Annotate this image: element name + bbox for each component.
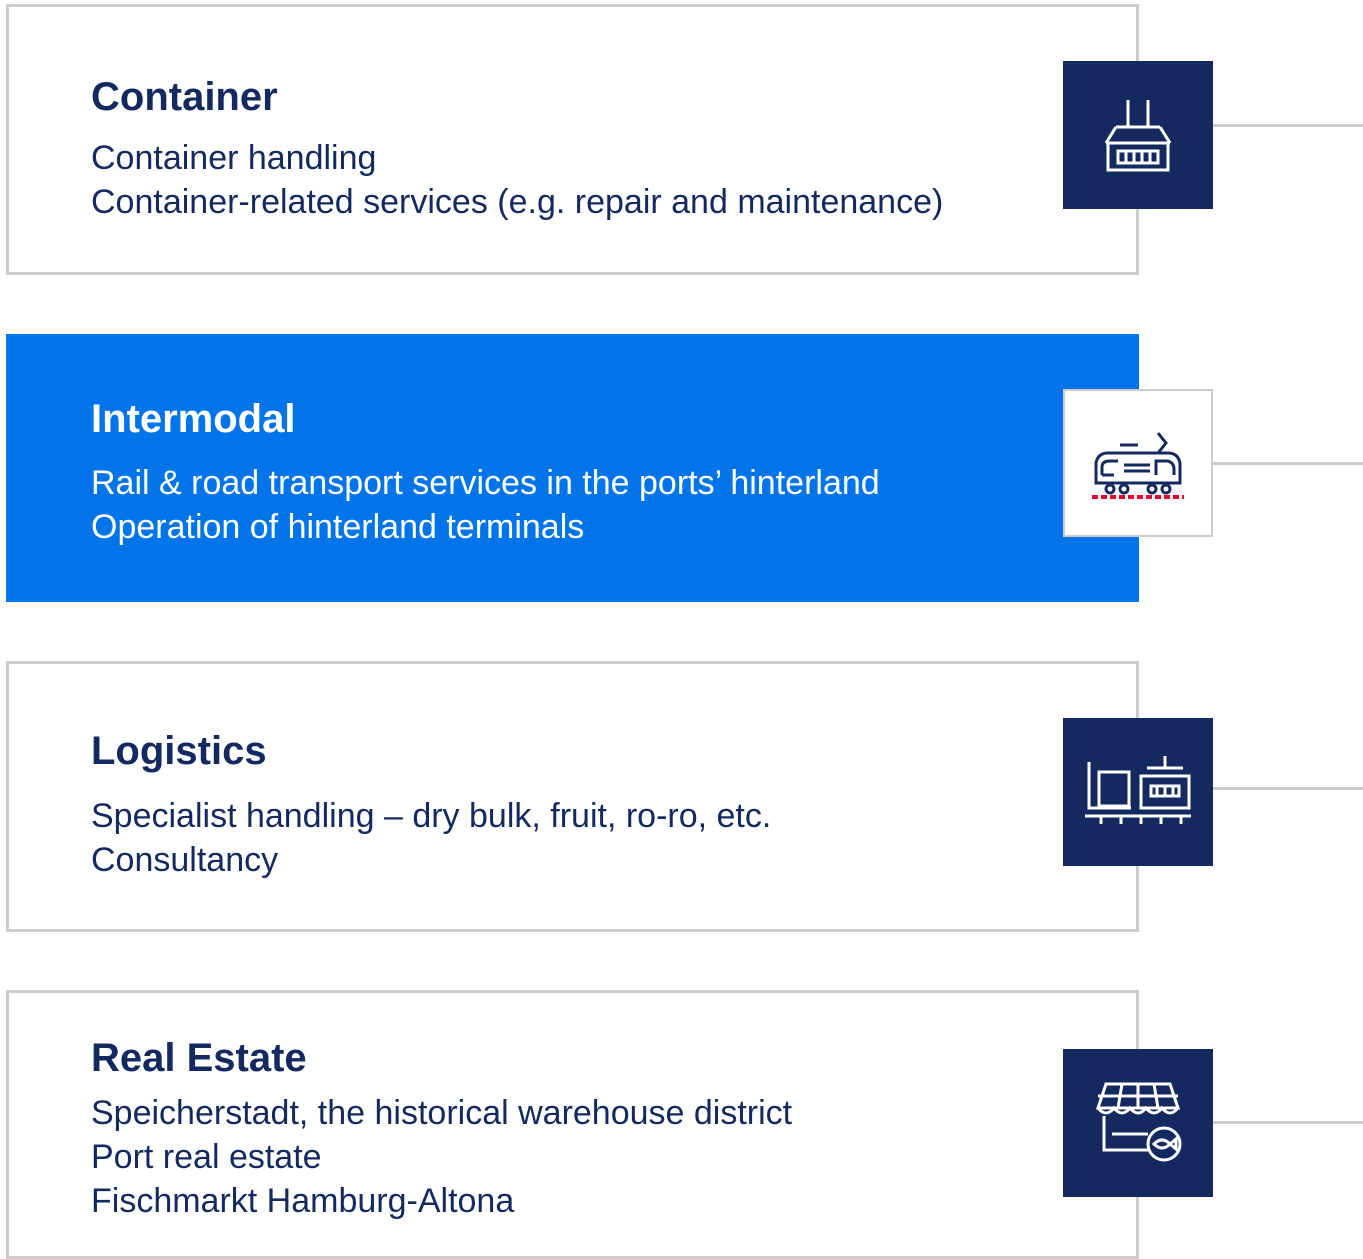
segment-description: Specialist handling – dry bulk, fruit, r…	[91, 794, 771, 882]
segment-description: Rail & road transport services in the po…	[91, 461, 880, 549]
segment-line: Consultancy	[91, 841, 279, 879]
segment-card-intermodal: Intermodal Rail & road transport service…	[6, 334, 1139, 602]
segment-line: Container-related services (e.g. repair …	[91, 183, 944, 221]
segment-line: Fischmarkt Hamburg-Altona	[91, 1182, 515, 1220]
container-crane-icon	[1063, 61, 1213, 209]
connector-line	[1213, 124, 1363, 127]
segment-line: Port real estate	[91, 1138, 322, 1176]
segment-line: Operation of hinterland terminals	[91, 508, 585, 546]
segment-description: Speicherstadt, the historical warehouse …	[91, 1091, 792, 1223]
segment-description: Container handling Container-related ser…	[91, 136, 943, 224]
segment-line: Container handling	[91, 139, 377, 177]
segment-line: Specialist handling – dry bulk, fruit, r…	[91, 797, 772, 835]
segment-title: Container	[91, 75, 278, 119]
segment-card-logistics: Logistics Specialist handling – dry bulk…	[6, 661, 1139, 932]
segment-line: Rail & road transport services in the po…	[91, 464, 880, 502]
segment-title: Intermodal	[91, 397, 296, 441]
connector-line	[1213, 787, 1363, 790]
connector-line	[1213, 462, 1363, 465]
train-icon	[1063, 389, 1213, 537]
logistics-warehouse-icon	[1063, 718, 1213, 866]
segment-card-container: Container Container handling Container-r…	[6, 4, 1139, 275]
segment-card-real-estate: Real Estate Speicherstadt, the historica…	[6, 990, 1139, 1259]
segment-title: Real Estate	[91, 1036, 307, 1080]
connector-line	[1213, 1121, 1363, 1124]
fish-market-stall-icon	[1063, 1049, 1213, 1197]
segment-line: Speicherstadt, the historical warehouse …	[91, 1094, 793, 1132]
segment-title: Logistics	[91, 729, 267, 773]
